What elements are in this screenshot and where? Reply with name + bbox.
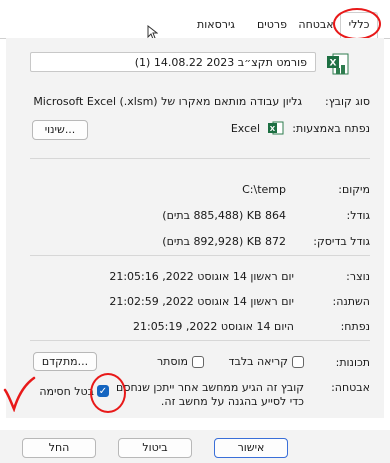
annotation-checkmark-icon <box>3 376 36 412</box>
security-text-line2: כדי לסייע בהגנה על מחשב זה. <box>160 395 304 408</box>
file-name-field[interactable]: פורמט תקצ״ב 2023 14.08.22 (1) <box>30 52 316 72</box>
opens-with-app: Excel <box>230 122 260 135</box>
annotation-circle <box>333 8 381 40</box>
separator <box>30 255 370 256</box>
ok-button[interactable]: אישור <box>214 438 288 458</box>
security-label: אבטחה: <box>331 381 370 394</box>
tab-bar: גירסאות קודמות פרטים אבטחה כללי <box>0 0 390 53</box>
tab-security[interactable]: אבטחה <box>296 14 336 36</box>
size-on-disk-label: גודל בדיסק: <box>313 235 370 248</box>
readonly-label: קריאה בלבד <box>228 355 289 368</box>
svg-text:X: X <box>270 125 276 133</box>
size-on-disk-value: 872 KB (892,928 בתים) <box>162 235 286 248</box>
annotation-circle <box>90 373 126 413</box>
size-label: גודל: <box>346 209 371 222</box>
readonly-checkbox[interactable] <box>292 356 304 368</box>
apply-button[interactable]: החל <box>22 438 96 458</box>
unblock-label: בטל חסימה <box>39 385 94 398</box>
separator <box>30 158 370 159</box>
accessed-label: נפתח: <box>340 320 370 333</box>
advanced-button[interactable]: מתקדם... <box>33 352 97 371</box>
type-value: גליון עבודה מותאם מאקרו של Microsoft Exc… <box>33 95 302 108</box>
location-label: מיקום: <box>338 183 370 196</box>
change-button[interactable]: שינוי... <box>32 120 88 140</box>
svg-text:X: X <box>330 59 337 69</box>
opens-with-label: נפתח באמצעות: <box>292 122 370 135</box>
location-value: C:\temp <box>242 183 286 196</box>
created-value: יום ראשון 14 אוגוסט 2022, 21:05:16 <box>109 270 294 283</box>
created-label: נוצר: <box>346 270 370 283</box>
excel-app-icon: X <box>268 121 284 135</box>
attributes-label: תכונות: <box>335 356 370 369</box>
tab-previous-versions[interactable]: גירסאות קודמות <box>184 14 248 53</box>
accessed-value: היום 14 אוגוסט 2022, 21:05:19 <box>132 320 294 333</box>
file-name-text: פורמט תקצ״ב 2023 14.08.22 (1) <box>134 56 307 69</box>
tab-details[interactable]: פרטים <box>252 14 292 36</box>
hidden-label: מוסתר <box>156 355 188 368</box>
modified-label: השתנה: <box>332 295 370 308</box>
excel-file-icon: X <box>327 53 349 75</box>
cancel-button[interactable]: ביטול <box>118 438 192 458</box>
modified-value: יום ראשון 14 אוגוסט 2022, 21:02:59 <box>109 295 294 308</box>
type-label: סוג קובץ: <box>325 95 370 108</box>
hidden-checkbox[interactable] <box>192 356 204 368</box>
security-text-line1: קובץ זה הגיע ממחשב אחר ייתכן שנחסם <box>116 381 304 394</box>
size-value: 864 KB (885,488 בתים) <box>162 209 286 222</box>
separator <box>30 340 370 341</box>
